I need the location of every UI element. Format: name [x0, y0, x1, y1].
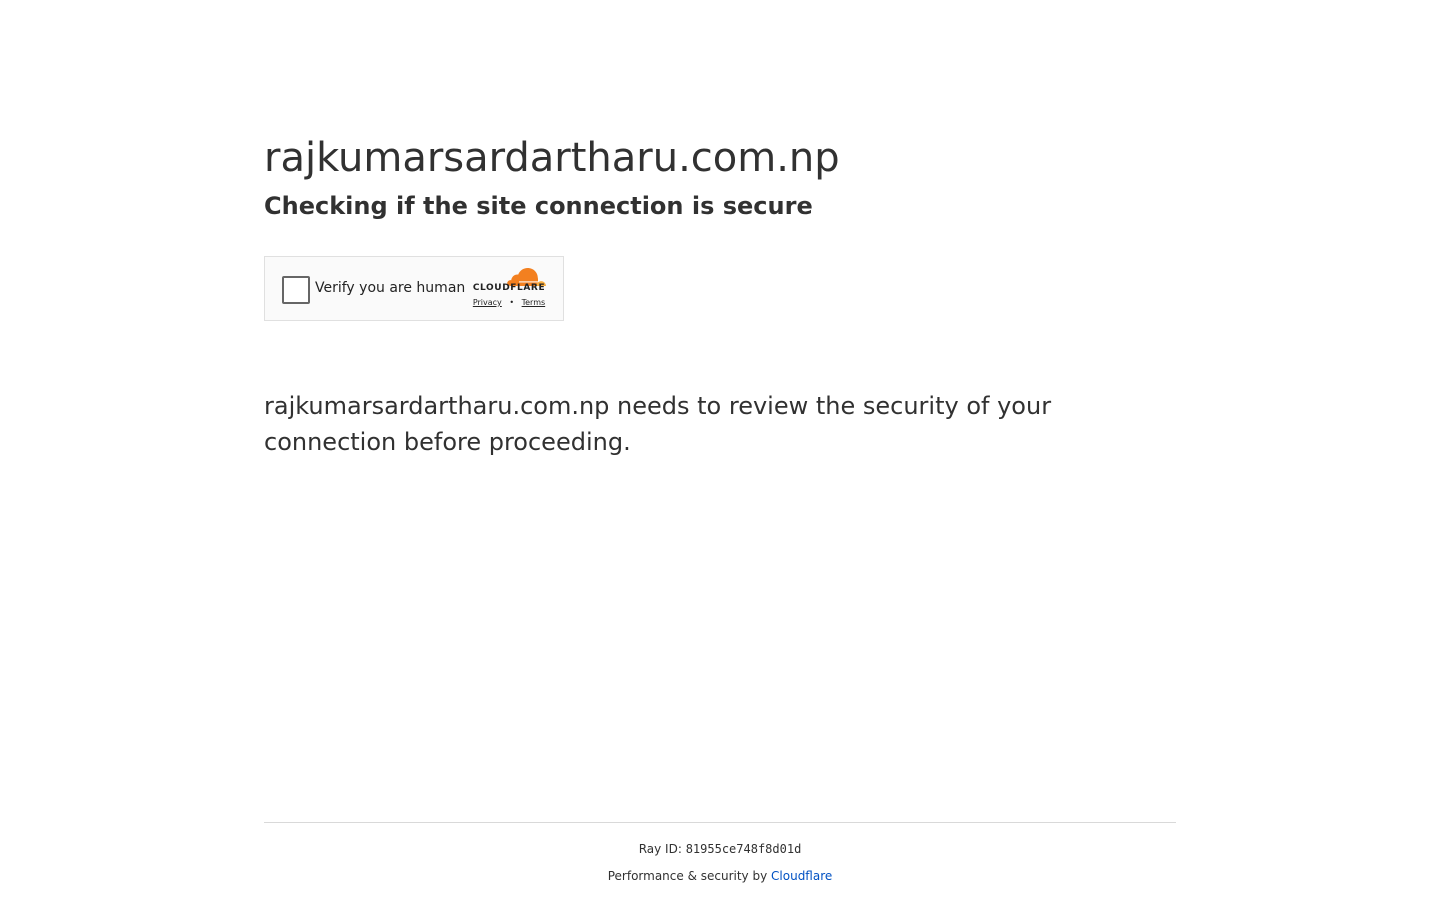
- terms-link[interactable]: Terms: [522, 298, 546, 307]
- cloudflare-brand: CLOUDFLARE Privacy • Terms: [469, 267, 549, 315]
- turnstile-widget: Verify you are human CLOUDFLARE Privacy …: [264, 256, 564, 321]
- ray-id-line: Ray ID: 81955ce748f8d01d: [264, 841, 1176, 857]
- privacy-link[interactable]: Privacy: [473, 298, 502, 307]
- verify-label[interactable]: Verify you are human: [315, 279, 465, 297]
- verify-checkbox[interactable]: [282, 276, 310, 304]
- page-subtitle: Checking if the site connection is secur…: [264, 192, 813, 220]
- challenge-page: rajkumarsardartharu.com.np Checking if t…: [0, 0, 1440, 900]
- review-message: rajkumarsardartharu.com.np needs to revi…: [264, 392, 1052, 456]
- ray-id-label: Ray ID:: [638, 842, 682, 856]
- ray-id-value: 81955ce748f8d01d: [685, 842, 802, 856]
- site-title: rajkumarsardartharu.com.np: [264, 135, 840, 181]
- footer: Ray ID: 81955ce748f8d01d Performance & s…: [264, 822, 1176, 884]
- cloudflare-wordmark: CLOUDFLARE: [472, 283, 546, 293]
- cloudflare-link[interactable]: Cloudflare: [771, 869, 832, 883]
- main-content: rajkumarsardartharu.com.np Checking if t…: [264, 134, 1176, 456]
- performance-line: Performance & security by Cloudflare: [264, 868, 1176, 884]
- performance-text: Performance & security by: [607, 869, 768, 883]
- widget-links: Privacy • Terms: [469, 298, 549, 308]
- link-separator: •: [509, 298, 515, 307]
